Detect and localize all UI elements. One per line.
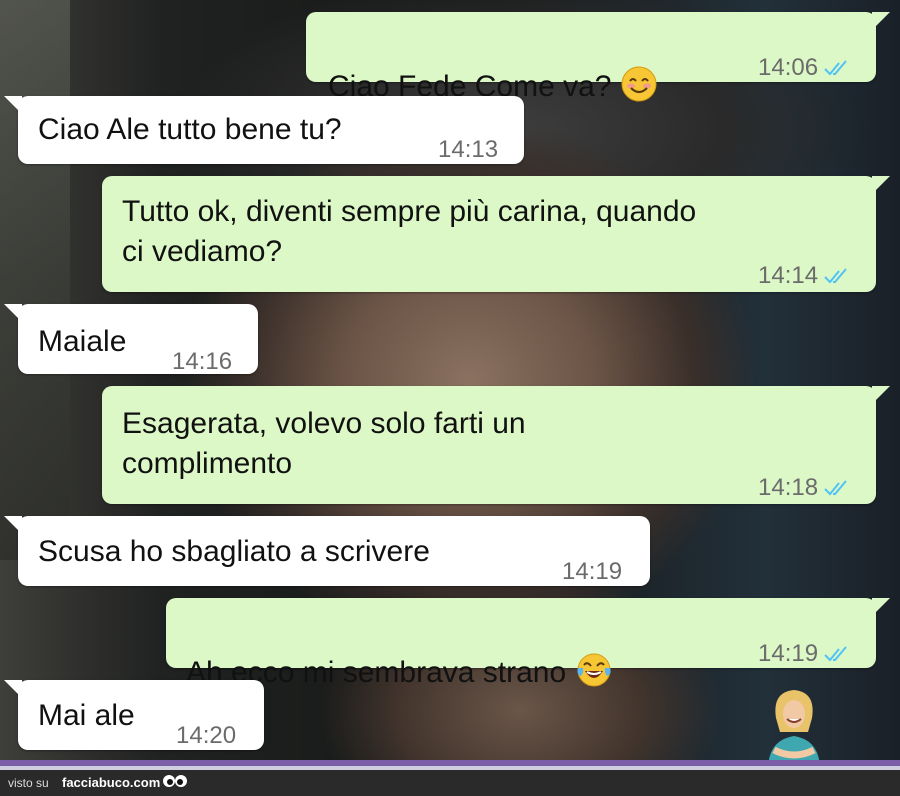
message-time: 14:14 (758, 262, 819, 289)
message-text: Maiale (38, 325, 127, 358)
watermark-footer: visto su facciabuco.com (0, 770, 900, 796)
message-bubble-incoming[interactable]: Maiale 14:16 (4, 304, 258, 375)
message-time: 14:06 (758, 54, 819, 81)
message-bubble-incoming[interactable]: Scusa ho sbagliato a scrivere 14:19 (4, 516, 650, 586)
double-check-read-icon (824, 646, 847, 662)
message-bubble-incoming[interactable]: Mai ale 14:20 (4, 680, 264, 750)
message-time: 14:18 (758, 474, 819, 501)
double-check-read-icon (824, 60, 847, 76)
message-time: 14:19 (758, 640, 819, 667)
message-bubble-outgoing[interactable]: Esagerata, volevo solo farti un complime… (102, 386, 890, 504)
message-bubble-incoming[interactable]: Ciao Ale tutto bene tu? 14:13 (4, 96, 524, 164)
message-time: 14:13 (438, 136, 499, 163)
visto-su-label: visto su (8, 776, 49, 790)
background-left-shade (0, 0, 70, 560)
message-time: 14:19 (562, 558, 623, 585)
message-time: 14:16 (172, 348, 233, 375)
eyes-logo-icon (163, 775, 187, 787)
message-text: Tutto ok, diventi sempre più carina, qua… (122, 195, 697, 268)
message-text: Mai ale (38, 699, 135, 732)
message-bubble-outgoing[interactable]: Ciao Fede Come va? 14:06 (306, 12, 890, 103)
double-check-read-icon (824, 268, 847, 284)
brand-link[interactable]: facciabuco.com (62, 775, 160, 790)
double-check-read-icon (824, 480, 847, 496)
message-text: Scusa ho sbagliato a scrivere (38, 535, 430, 568)
message-text: Ciao Ale tutto bene tu? (38, 113, 342, 146)
message-bubble-outgoing[interactable]: Tutto ok, diventi sempre più carina, qua… (102, 176, 890, 292)
message-time: 14:20 (176, 722, 237, 749)
message-bubble-outgoing[interactable]: Ah ecco mi sembrava strano 14:19 (166, 598, 890, 689)
woman-mascot-image (768, 690, 820, 770)
message-text: Esagerata, volevo solo farti un complime… (122, 407, 526, 480)
face-with-tears-of-joy-emoji-icon (577, 653, 611, 687)
smiling-face-emoji-icon (621, 66, 657, 102)
